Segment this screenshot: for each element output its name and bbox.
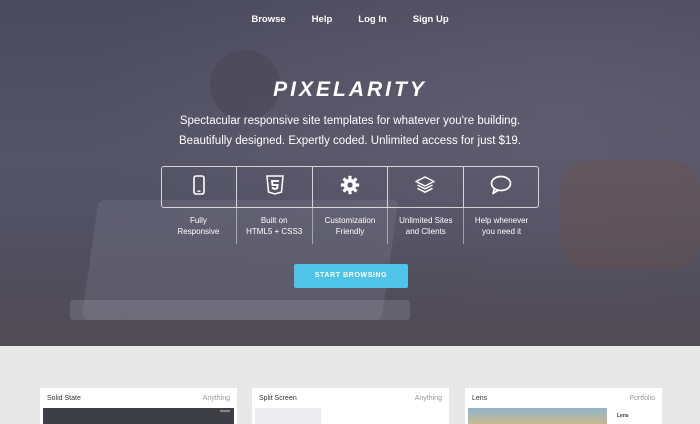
card-category[interactable]: Portfolio (629, 395, 655, 402)
template-cards-section: Solid State Anything Split Screen Anythi… (0, 346, 700, 424)
tagline-line-1: Spectacular responsive site templates fo… (179, 115, 521, 127)
card-thumbnail[interactable] (43, 408, 234, 424)
thumbnail-lens-title: Lens (617, 413, 629, 419)
card-header: Lens Portfolio (465, 388, 662, 408)
nav-signup-link[interactable]: Sign Up (400, 14, 462, 26)
nav-login-link[interactable]: Log In (345, 14, 400, 26)
thumbnail-sky-image (468, 408, 607, 424)
feature-label-line: Unlimited Sites (399, 216, 453, 225)
feature-label-line: HTML5 + CSS3 (246, 227, 303, 236)
thumbnail-left-panel (255, 408, 321, 424)
feature-label-customization: Customization Friendly (313, 208, 389, 244)
template-card-split-screen[interactable]: Split Screen Anything (252, 388, 449, 424)
feature-label-line: Responsive (177, 227, 220, 236)
features-icon-row (161, 166, 539, 208)
card-category[interactable]: Anything (203, 395, 230, 402)
feature-label-html5: Built on HTML5 + CSS3 (237, 208, 313, 244)
nav-browse-link[interactable]: Browse (238, 14, 298, 26)
feature-label-line: Built on (260, 216, 288, 225)
card-title[interactable]: Solid State (47, 395, 81, 402)
top-nav: Browse Help Log In Sign Up (0, 14, 700, 26)
nav-help-link[interactable]: Help (299, 14, 346, 26)
tagline-line-2: Beautifully designed. Expertly coded. Un… (179, 135, 521, 147)
template-card-lens[interactable]: Lens Portfolio Lens (465, 388, 662, 424)
hero-section: Browse Help Log In Sign Up PIXELARITY Sp… (0, 0, 700, 346)
feature-label-line: and Clients (405, 227, 446, 236)
feature-label-help: Help whenever you need it (464, 208, 539, 244)
feature-label-line: Help whenever (474, 216, 529, 225)
gear-icon (340, 175, 360, 200)
features-label-row: Fully Responsive Built on HTML5 + CSS3 C… (161, 208, 539, 244)
feature-label-line: you need it (482, 227, 522, 236)
feature-cell-html5 (237, 167, 313, 207)
card-thumbnail[interactable] (255, 408, 446, 424)
brand-logo: PIXELARITY (273, 78, 427, 101)
feature-label-line: Customization (324, 216, 376, 225)
card-title[interactable]: Lens (472, 395, 487, 402)
feature-cell-responsive (162, 167, 238, 207)
feature-cell-customization (313, 167, 389, 207)
card-header: Solid State Anything (40, 388, 237, 408)
hero-tagline: Spectacular responsive site templates fo… (0, 111, 700, 151)
mobile-phone-icon (193, 174, 206, 200)
feature-label-responsive: Fully Responsive (161, 208, 237, 244)
feature-cell-unlimited (388, 167, 464, 207)
card-thumbnail[interactable]: Lens (468, 408, 659, 424)
layers-icon (415, 175, 436, 199)
speech-bubble-icon (490, 175, 512, 200)
template-card-solid-state[interactable]: Solid State Anything (40, 388, 237, 424)
feature-label-line: Friendly (335, 227, 365, 236)
card-title[interactable]: Split Screen (259, 395, 297, 402)
card-header: Split Screen Anything (252, 388, 449, 408)
card-category[interactable]: Anything (415, 395, 442, 402)
feature-label-line: Fully (189, 216, 207, 225)
feature-cell-help (464, 167, 538, 207)
html5-icon (265, 174, 284, 200)
start-browsing-button[interactable]: START BROWSING (294, 264, 408, 288)
thumbnail-menu-icon (220, 410, 230, 412)
feature-label-unlimited: Unlimited Sites and Clients (388, 208, 465, 244)
